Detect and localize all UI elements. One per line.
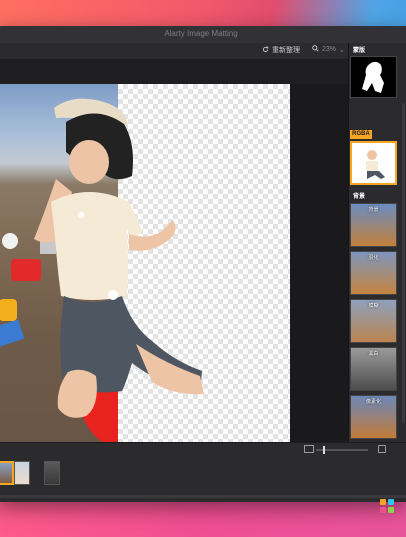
- filmstrip: [0, 442, 406, 502]
- chevron-down-icon: ⌄: [339, 46, 345, 54]
- image-small-icon[interactable]: [304, 445, 314, 453]
- slider-handle[interactable]: [323, 446, 325, 454]
- app-logo-icon: [380, 499, 394, 513]
- effect-thumbnail-pixelate[interactable]: 像素化: [350, 395, 397, 439]
- canvas-area[interactable]: [0, 60, 348, 442]
- canvas-margin: [290, 84, 348, 442]
- effect-label: 背景: [368, 207, 379, 213]
- layers-panel: 蒙版 RGBA 背景 背景 羽化 模糊 黑白 像素化: [348, 43, 406, 442]
- rgba-label: RGBA: [350, 130, 372, 139]
- zoom-control[interactable]: 23% ⌄: [312, 45, 345, 54]
- app-window: Alarty Image Matting 重新整理 23% ⌄ 蒙版 RGBA …: [0, 26, 406, 502]
- filmstrip-scrollbar[interactable]: [0, 495, 406, 498]
- filmstrip-thumbnail[interactable]: [14, 461, 30, 485]
- effect-label: 模糊: [368, 303, 379, 309]
- mask-thumbnail[interactable]: [350, 56, 397, 98]
- zoom-value: 23%: [322, 46, 337, 53]
- panel-scrollbar[interactable]: [402, 103, 405, 423]
- effect-thumbnail-background[interactable]: 背景: [350, 203, 397, 247]
- window-title: Alarty Image Matting: [164, 29, 238, 38]
- rgba-thumbnail[interactable]: [350, 141, 397, 185]
- toolbar: 重新整理 23% ⌄: [0, 43, 406, 60]
- title-bar[interactable]: Alarty Image Matting: [0, 26, 406, 44]
- effect-label: 黑白: [368, 351, 379, 357]
- effect-thumbnail-feather[interactable]: 羽化: [350, 251, 397, 295]
- reset-button[interactable]: 重新整理: [262, 45, 300, 55]
- subject-image: [0, 98, 204, 442]
- background-label: 背景: [353, 194, 366, 200]
- mask-label: 蒙版: [353, 48, 366, 54]
- search-icon: [312, 45, 319, 54]
- filmstrip-thumbnail[interactable]: [44, 461, 60, 485]
- reset-label: 重新整理: [272, 47, 300, 54]
- filmstrip-thumbnail[interactable]: [0, 461, 14, 485]
- effect-label: 羽化: [368, 255, 379, 261]
- effect-label: 像素化: [365, 399, 381, 405]
- effect-thumbnail-grayscale[interactable]: 黑白: [350, 347, 397, 391]
- refresh-icon: [262, 46, 269, 55]
- image-large-icon[interactable]: [378, 445, 386, 453]
- effect-thumbnail-blur[interactable]: 模糊: [350, 299, 397, 343]
